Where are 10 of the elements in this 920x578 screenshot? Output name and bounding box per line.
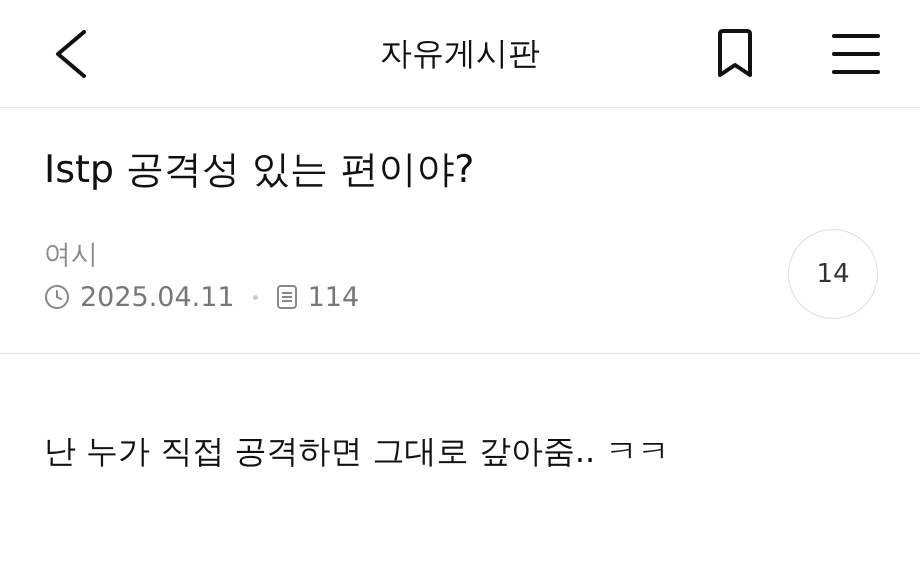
document-icon [276,284,298,310]
author-name: 여시 [44,238,98,272]
page-title: 자유게시판 [380,32,540,74]
post-date: 2025.04.11 [80,282,235,312]
comment-count[interactable]: 14 [788,229,878,319]
view-count: 114 [308,282,360,312]
clock-icon [44,284,70,310]
post-body: 난 누가 직접 공격하면 그대로 갚아줌.. ㅋㅋ [44,431,670,472]
menu-icon[interactable] [832,32,880,76]
post-title: Istp 공격성 있는 편이야? [44,146,474,193]
